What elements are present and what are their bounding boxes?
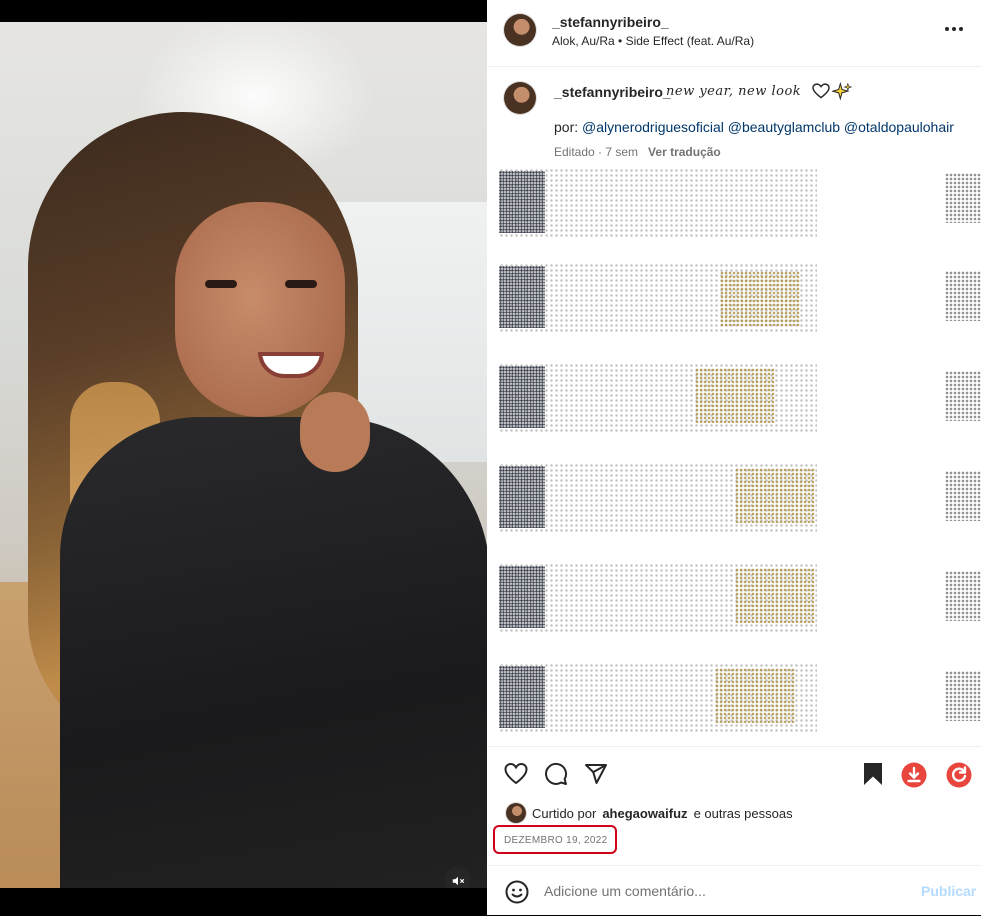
liked-suffix[interactable]: e outras pessoas — [694, 806, 793, 821]
sparkle-emoji-icon — [832, 82, 852, 101]
liker-avatar[interactable] — [506, 803, 526, 823]
blurred-avatar — [499, 466, 545, 528]
blurred-comment — [499, 168, 817, 238]
blurred-avatar — [499, 266, 545, 328]
blurred-avatar — [499, 566, 545, 628]
credit-link-3[interactable]: @otaldopaulohair — [844, 119, 954, 135]
blurred-emoji — [735, 468, 815, 523]
media-hand — [300, 392, 370, 472]
mute-button[interactable] — [444, 867, 471, 888]
blurred-fragment — [945, 571, 981, 621]
caption-text: new year, new look — [666, 84, 802, 99]
caption-avatar[interactable] — [504, 82, 536, 114]
comment-icon[interactable] — [544, 762, 568, 786]
refresh-icon[interactable] — [946, 762, 972, 788]
media-face — [175, 202, 345, 417]
blurred-avatar — [499, 666, 545, 728]
credit-link-1[interactable]: @alynerodriguesoficial — [582, 119, 724, 135]
audio-link[interactable]: Alok, Au/Ra • Side Effect (feat. Au/Ra) — [552, 34, 754, 48]
header-username[interactable]: _stefannyribeiro_ — [552, 14, 669, 30]
caption-meta: Editado · 7 sem Ver tradução — [554, 145, 721, 159]
caption-username[interactable]: _stefannyribeiro_ — [554, 84, 671, 100]
bookmark-icon[interactable] — [862, 762, 884, 786]
blurred-emoji — [715, 668, 795, 723]
comment-input[interactable]: Adicione um comentário... — [544, 883, 706, 899]
post-media[interactable] — [0, 22, 487, 888]
blurred-emoji — [695, 368, 775, 423]
more-options-icon[interactable] — [945, 27, 963, 31]
blurred-fragment — [945, 271, 981, 321]
credits-prefix: por: — [554, 119, 579, 135]
post-date[interactable]: DEZEMBRO 19, 2022 — [504, 835, 607, 846]
post-actions — [487, 746, 981, 801]
liked-username[interactable]: ahegaowaifuz — [602, 806, 687, 821]
download-icon[interactable] — [901, 762, 927, 788]
liked-by: Curtido por ahegaowaifuz e outras pessoa… — [506, 803, 793, 823]
comments-list-blurred — [495, 163, 981, 743]
blurred-fragment — [945, 371, 981, 421]
post-header: _stefannyribeiro_ Alok, Au/Ra • Side Eff… — [487, 0, 981, 67]
media-eye-left — [205, 280, 237, 288]
publish-button[interactable]: Publicar — [921, 883, 976, 899]
post-panel: _stefannyribeiro_ Alok, Au/Ra • Side Eff… — [487, 0, 981, 915]
media-jacket — [60, 417, 487, 888]
media-eye-right — [285, 280, 317, 288]
blurred-emoji — [735, 568, 815, 623]
avatar[interactable] — [504, 14, 536, 46]
blurred-fragment — [945, 471, 981, 521]
credit-link-2[interactable]: @beautyglamclub — [728, 119, 840, 135]
comment-bar: Adicione um comentário... Publicar — [487, 865, 981, 916]
heart-emoji-icon — [812, 83, 830, 99]
emoji-icon[interactable] — [505, 880, 529, 904]
blurred-emoji — [720, 271, 800, 326]
blurred-avatar — [499, 171, 545, 233]
translate-link[interactable]: Ver tradução — [648, 145, 721, 159]
blurred-fragment — [945, 173, 981, 223]
heart-icon[interactable] — [504, 762, 528, 786]
edited-time: Editado · 7 sem — [554, 145, 639, 159]
liked-prefix: Curtido por — [532, 805, 597, 821]
caption-credits: por: @alynerodriguesoficial @beautyglamc… — [554, 119, 954, 135]
blurred-avatar — [499, 366, 545, 428]
blurred-fragment — [945, 671, 981, 721]
mute-icon — [452, 876, 464, 885]
send-icon[interactable] — [584, 762, 608, 786]
